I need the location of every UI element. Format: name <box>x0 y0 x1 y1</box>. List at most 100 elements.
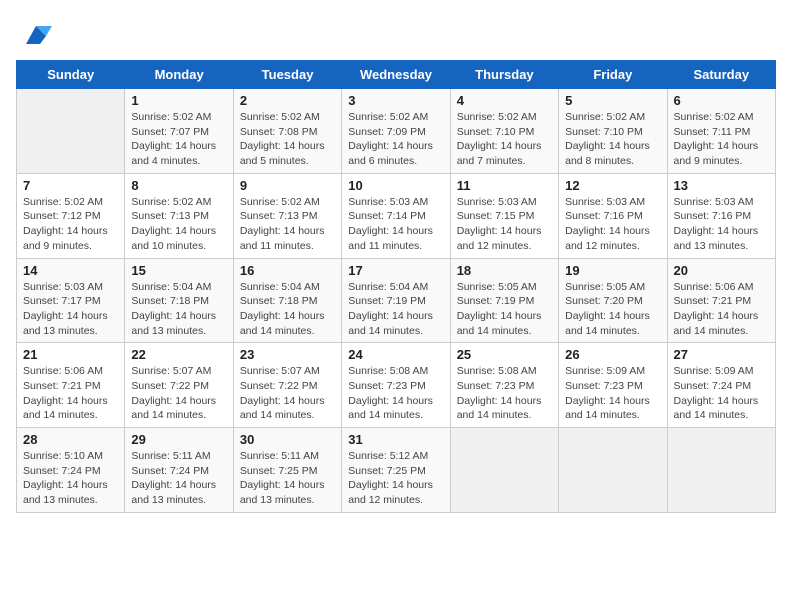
day-number: 10 <box>348 178 443 193</box>
calendar-cell: 15 Sunrise: 5:04 AMSunset: 7:18 PMDayligh… <box>125 258 233 343</box>
day-number: 11 <box>457 178 552 193</box>
day-detail: Sunrise: 5:11 AMSunset: 7:25 PMDaylight:… <box>240 449 335 508</box>
day-number: 25 <box>457 347 552 362</box>
calendar-cell: 11 Sunrise: 5:03 AMSunset: 7:15 PMDayligh… <box>450 173 558 258</box>
day-number: 13 <box>674 178 769 193</box>
logo <box>16 16 56 52</box>
day-detail: Sunrise: 5:03 AMSunset: 7:16 PMDaylight:… <box>565 195 660 254</box>
day-detail: Sunrise: 5:02 AMSunset: 7:12 PMDaylight:… <box>23 195 118 254</box>
calendar-cell <box>17 89 125 174</box>
day-detail: Sunrise: 5:02 AMSunset: 7:07 PMDaylight:… <box>131 110 226 169</box>
day-detail: Sunrise: 5:10 AMSunset: 7:24 PMDaylight:… <box>23 449 118 508</box>
calendar-cell: 19 Sunrise: 5:05 AMSunset: 7:20 PMDayligh… <box>559 258 667 343</box>
weekday-header-friday: Friday <box>559 61 667 89</box>
calendar-cell: 28 Sunrise: 5:10 AMSunset: 7:24 PMDayligh… <box>17 428 125 513</box>
day-detail: Sunrise: 5:03 AMSunset: 7:16 PMDaylight:… <box>674 195 769 254</box>
day-detail: Sunrise: 5:05 AMSunset: 7:19 PMDaylight:… <box>457 280 552 339</box>
weekday-header-saturday: Saturday <box>667 61 775 89</box>
calendar-week-4: 21Sunrise: 5:06 AMSunset: 7:21 PMDayligh… <box>17 343 776 428</box>
day-number: 9 <box>240 178 335 193</box>
day-number: 22 <box>131 347 226 362</box>
day-number: 31 <box>348 432 443 447</box>
day-number: 26 <box>565 347 660 362</box>
calendar-week-5: 28 Sunrise: 5:10 AMSunset: 7:24 PMDayligh… <box>17 428 776 513</box>
day-number: 1 <box>131 93 226 108</box>
calendar-cell: 3Sunrise: 5:02 AMSunset: 7:09 PMDaylight… <box>342 89 450 174</box>
day-detail: Sunrise: 5:03 AMSunset: 7:17 PMDaylight:… <box>23 280 118 339</box>
calendar-week-1: 1 Sunrise: 5:02 AMSunset: 7:07 PMDaylight… <box>17 89 776 174</box>
header <box>16 16 776 52</box>
day-detail: Sunrise: 5:04 AMSunset: 7:18 PMDaylight:… <box>131 280 226 339</box>
day-detail: Sunrise: 5:12 AMSunset: 7:25 PMDaylight:… <box>348 449 443 508</box>
day-number: 8 <box>131 178 226 193</box>
weekday-header-wednesday: Wednesday <box>342 61 450 89</box>
calendar-cell: 27Sunrise: 5:09 AMSunset: 7:24 PMDayligh… <box>667 343 775 428</box>
day-detail: Sunrise: 5:02 AMSunset: 7:10 PMDaylight:… <box>457 110 552 169</box>
day-detail: Sunrise: 5:08 AMSunset: 7:23 PMDaylight:… <box>457 364 552 423</box>
day-detail: Sunrise: 5:07 AMSunset: 7:22 PMDaylight:… <box>131 364 226 423</box>
calendar-cell: 1 Sunrise: 5:02 AMSunset: 7:07 PMDaylight… <box>125 89 233 174</box>
calendar-cell: 22 Sunrise: 5:07 AMSunset: 7:22 PMDayligh… <box>125 343 233 428</box>
calendar-cell: 21Sunrise: 5:06 AMSunset: 7:21 PMDayligh… <box>17 343 125 428</box>
calendar-table: SundayMondayTuesdayWednesdayThursdayFrid… <box>16 60 776 513</box>
day-number: 3 <box>348 93 443 108</box>
calendar-cell: 24 Sunrise: 5:08 AMSunset: 7:23 PMDayligh… <box>342 343 450 428</box>
calendar-cell: 25 Sunrise: 5:08 AMSunset: 7:23 PMDayligh… <box>450 343 558 428</box>
day-detail: Sunrise: 5:04 AMSunset: 7:18 PMDaylight:… <box>240 280 335 339</box>
day-number: 18 <box>457 263 552 278</box>
day-number: 17 <box>348 263 443 278</box>
calendar-cell: 4 Sunrise: 5:02 AMSunset: 7:10 PMDaylight… <box>450 89 558 174</box>
day-number: 19 <box>565 263 660 278</box>
day-number: 14 <box>23 263 118 278</box>
calendar-cell: 30Sunrise: 5:11 AMSunset: 7:25 PMDayligh… <box>233 428 341 513</box>
weekday-header-thursday: Thursday <box>450 61 558 89</box>
logo-icon <box>16 16 52 52</box>
calendar-cell: 10 Sunrise: 5:03 AMSunset: 7:14 PMDayligh… <box>342 173 450 258</box>
weekday-header-tuesday: Tuesday <box>233 61 341 89</box>
day-detail: Sunrise: 5:11 AMSunset: 7:24 PMDaylight:… <box>131 449 226 508</box>
day-number: 7 <box>23 178 118 193</box>
calendar-cell: 12 Sunrise: 5:03 AMSunset: 7:16 PMDayligh… <box>559 173 667 258</box>
calendar-cell: 2Sunrise: 5:02 AMSunset: 7:08 PMDaylight… <box>233 89 341 174</box>
day-number: 21 <box>23 347 118 362</box>
day-number: 20 <box>674 263 769 278</box>
calendar-cell: 16Sunrise: 5:04 AMSunset: 7:18 PMDayligh… <box>233 258 341 343</box>
day-detail: Sunrise: 5:09 AMSunset: 7:23 PMDaylight:… <box>565 364 660 423</box>
calendar-cell: 6Sunrise: 5:02 AMSunset: 7:11 PMDaylight… <box>667 89 775 174</box>
calendar-cell: 5Sunrise: 5:02 AMSunset: 7:10 PMDaylight… <box>559 89 667 174</box>
calendar-cell: 14 Sunrise: 5:03 AMSunset: 7:17 PMDayligh… <box>17 258 125 343</box>
calendar-cell <box>667 428 775 513</box>
calendar-cell: 7 Sunrise: 5:02 AMSunset: 7:12 PMDaylight… <box>17 173 125 258</box>
weekday-header-sunday: Sunday <box>17 61 125 89</box>
day-number: 15 <box>131 263 226 278</box>
day-detail: Sunrise: 5:09 AMSunset: 7:24 PMDaylight:… <box>674 364 769 423</box>
day-number: 28 <box>23 432 118 447</box>
calendar-cell: 18 Sunrise: 5:05 AMSunset: 7:19 PMDayligh… <box>450 258 558 343</box>
day-detail: Sunrise: 5:02 AMSunset: 7:08 PMDaylight:… <box>240 110 335 169</box>
calendar-cell: 26 Sunrise: 5:09 AMSunset: 7:23 PMDayligh… <box>559 343 667 428</box>
calendar-cell: 17Sunrise: 5:04 AMSunset: 7:19 PMDayligh… <box>342 258 450 343</box>
day-detail: Sunrise: 5:06 AMSunset: 7:21 PMDaylight:… <box>674 280 769 339</box>
day-detail: Sunrise: 5:02 AMSunset: 7:13 PMDaylight:… <box>131 195 226 254</box>
day-detail: Sunrise: 5:08 AMSunset: 7:23 PMDaylight:… <box>348 364 443 423</box>
day-detail: Sunrise: 5:03 AMSunset: 7:15 PMDaylight:… <box>457 195 552 254</box>
calendar-cell <box>450 428 558 513</box>
calendar-week-2: 7 Sunrise: 5:02 AMSunset: 7:12 PMDaylight… <box>17 173 776 258</box>
day-detail: Sunrise: 5:03 AMSunset: 7:14 PMDaylight:… <box>348 195 443 254</box>
day-number: 23 <box>240 347 335 362</box>
day-detail: Sunrise: 5:07 AMSunset: 7:22 PMDaylight:… <box>240 364 335 423</box>
calendar-cell: 20 Sunrise: 5:06 AMSunset: 7:21 PMDayligh… <box>667 258 775 343</box>
day-number: 4 <box>457 93 552 108</box>
day-number: 12 <box>565 178 660 193</box>
day-number: 29 <box>131 432 226 447</box>
calendar-cell: 29 Sunrise: 5:11 AMSunset: 7:24 PMDayligh… <box>125 428 233 513</box>
calendar-cell: 8 Sunrise: 5:02 AMSunset: 7:13 PMDaylight… <box>125 173 233 258</box>
calendar-cell: 13 Sunrise: 5:03 AMSunset: 7:16 PMDayligh… <box>667 173 775 258</box>
day-detail: Sunrise: 5:02 AMSunset: 7:11 PMDaylight:… <box>674 110 769 169</box>
day-detail: Sunrise: 5:05 AMSunset: 7:20 PMDaylight:… <box>565 280 660 339</box>
weekday-header-monday: Monday <box>125 61 233 89</box>
day-detail: Sunrise: 5:02 AMSunset: 7:10 PMDaylight:… <box>565 110 660 169</box>
day-detail: Sunrise: 5:02 AMSunset: 7:13 PMDaylight:… <box>240 195 335 254</box>
calendar-cell: 31 Sunrise: 5:12 AMSunset: 7:25 PMDayligh… <box>342 428 450 513</box>
day-number: 24 <box>348 347 443 362</box>
